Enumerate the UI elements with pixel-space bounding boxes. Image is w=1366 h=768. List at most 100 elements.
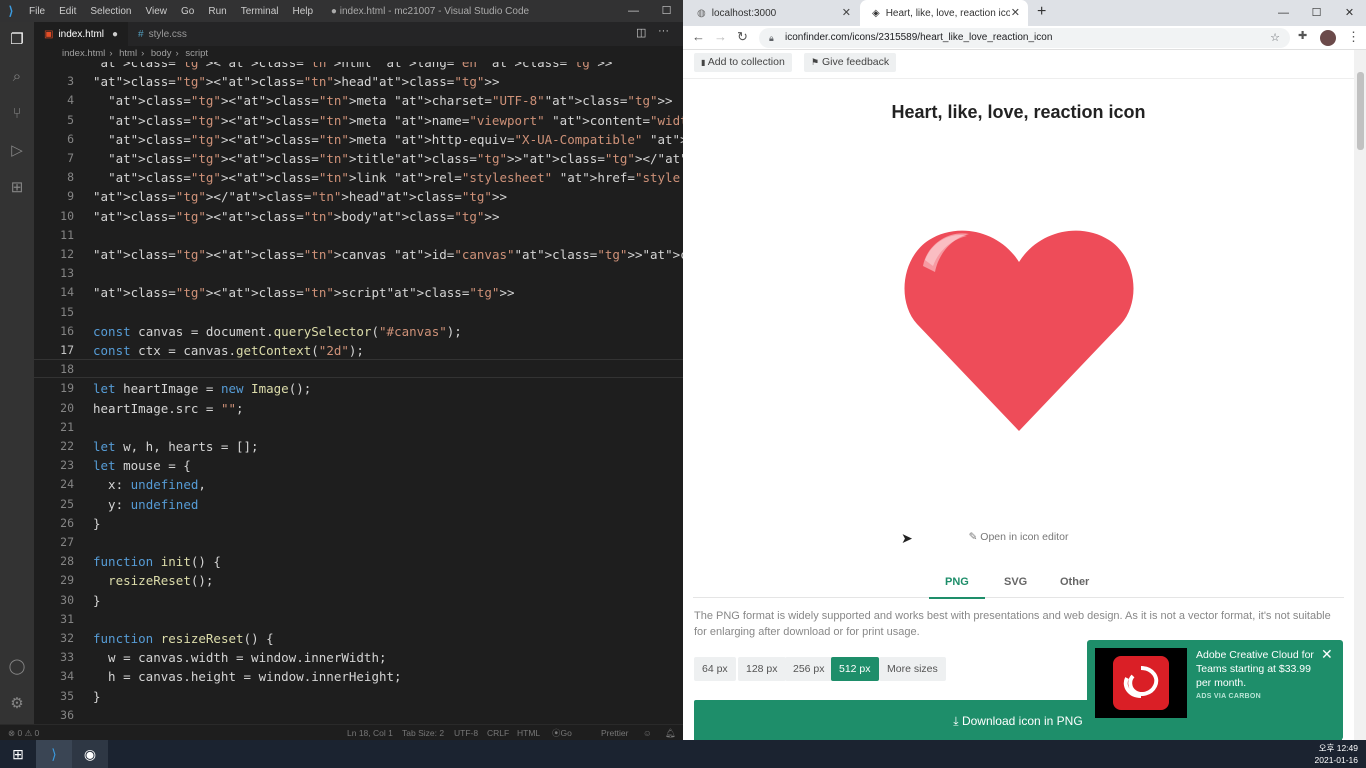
code-line[interactable]: let w, h, hearts = []; (93, 439, 259, 454)
open-in-icon-editor-link[interactable]: ✎ Open in icon editor (683, 531, 1354, 543)
code-line[interactable]: } (93, 516, 101, 531)
lock-icon[interactable]: 🔒︎ (769, 28, 774, 48)
code-line[interactable]: "at">class="tg"></"at">class="tn">head"a… (93, 189, 507, 204)
extensions-icon[interactable]: ⊞ (7, 178, 27, 198)
close-tab-icon[interactable]: ✕ (842, 6, 851, 19)
gear-icon[interactable]: ⚙ (7, 694, 27, 714)
code-line[interactable]: w = canvas.width = window.innerWidth; (93, 650, 386, 665)
prettier-status[interactable]: Prettier (601, 725, 628, 740)
chrome-taskbar-icon[interactable]: ◉ (72, 740, 108, 768)
close-icon[interactable]: ✕ (1321, 646, 1333, 663)
breadcrumb-item[interactable]: body (151, 48, 172, 59)
ads-via-carbon[interactable]: ADS VIA CARBON (1196, 693, 1261, 700)
avatar[interactable] (1320, 30, 1336, 46)
breadcrumb-item[interactable]: html (119, 48, 137, 59)
code-line[interactable]: "at">class="tg"><"at">class="tn">link "a… (93, 170, 683, 185)
code-line[interactable]: } (93, 689, 101, 704)
browser-tab-localhost[interactable]: ◍ localhost:3000 ✕ (685, 0, 859, 26)
ad-text[interactable]: Adobe Creative Cloud for Teams starting … (1196, 648, 1316, 690)
breadcrumb-item[interactable]: index.html (62, 48, 105, 59)
explorer-icon[interactable]: ❐ (7, 30, 27, 50)
more-actions-icon[interactable]: ··· (658, 25, 669, 37)
end-of-line[interactable]: CRLF (487, 725, 509, 740)
code-line[interactable]: const canvas = document.querySelector("#… (93, 324, 462, 339)
tab-size[interactable]: Tab Size: 2 (402, 725, 444, 740)
source-control-icon[interactable]: ⑂ (7, 104, 27, 124)
code-editor[interactable]: "at">class="tg"><"at">class="tn">html "a… (34, 62, 683, 724)
problems-indicator[interactable]: ⊗ 0 ⚠ 0 (8, 725, 39, 740)
code-line[interactable]: "at">class="tg"><"at">class="tn">head"at… (93, 74, 499, 89)
extensions-puzzle-icon[interactable]: ✚ (1298, 29, 1307, 42)
tab-png[interactable]: PNG (929, 576, 985, 599)
browser-tab-iconfinder[interactable]: ◈ Heart, like, love, reaction icon - ✕ (860, 0, 1028, 26)
size-128-button[interactable]: 128 px (738, 657, 786, 681)
search-icon[interactable]: ⌕ (7, 67, 27, 87)
code-line[interactable]: x: undefined, (93, 477, 206, 492)
back-icon[interactable]: ← (692, 29, 705, 44)
menu-go[interactable]: Go (174, 6, 201, 17)
code-line[interactable]: "at">class="tg"><"at">class="tn">html "a… (93, 62, 612, 70)
bookmark-star-icon[interactable]: ☆ (1270, 28, 1280, 48)
code-line[interactable]: y: undefined (93, 497, 198, 512)
menu-terminal[interactable]: Terminal (234, 6, 286, 17)
cursor-position[interactable]: Ln 18, Col 1 (347, 725, 393, 740)
address-bar[interactable]: 🔒︎ iconfinder.com/icons/2315589/heart_li… (759, 28, 1290, 48)
close-window-icon[interactable]: ✕ (1333, 0, 1366, 26)
tab-svg[interactable]: SVG (1004, 576, 1027, 588)
size-64-button[interactable]: 64 px (694, 657, 736, 681)
new-tab-icon[interactable]: + (1037, 3, 1046, 21)
code-line[interactable]: resizeReset(); (93, 573, 213, 588)
tab-style-css[interactable]: # style.css (128, 22, 218, 46)
system-clock[interactable]: 오후 12:49 2021-01-16 (1315, 742, 1358, 766)
windows-start-icon[interactable]: ⊞ (0, 740, 36, 768)
page-scrollbar[interactable] (1354, 50, 1366, 740)
code-line[interactable]: "at">class="tg"><"at">class="tn">meta "a… (93, 113, 683, 128)
forward-icon[interactable]: → (714, 29, 727, 44)
split-editor-icon[interactable]: ◫ (636, 26, 646, 39)
account-icon[interactable]: ◯ (7, 657, 27, 677)
notifications-icon[interactable]: 🔔︎ (665, 725, 676, 740)
code-line[interactable]: "at">class="tg"><"at">class="tn">script"… (93, 285, 515, 300)
adobe-cc-logo[interactable] (1095, 648, 1187, 718)
code-line[interactable]: function init() { (93, 554, 221, 569)
feedback-icon[interactable]: ☺ (643, 725, 652, 740)
minimize-icon[interactable]: — (1267, 0, 1300, 26)
vscode-taskbar-icon[interactable]: ⟩ (36, 740, 72, 768)
carbon-ad[interactable]: Adobe Creative Cloud for Teams starting … (1087, 640, 1343, 740)
maximize-icon[interactable]: ☐ (1300, 0, 1333, 26)
code-line[interactable]: "at">class="tg"><"at">class="tn">meta "a… (93, 132, 683, 147)
scrollbar-thumb[interactable] (1357, 72, 1364, 150)
modified-dot-icon[interactable]: ● (112, 29, 118, 40)
size-512-button[interactable]: 512 px (831, 657, 879, 681)
add-to-collection-button[interactable]: ▮ Add to collection (694, 53, 792, 72)
menu-file[interactable]: File (22, 6, 52, 17)
go-live-button[interactable]: ⦿ Go Live (552, 725, 572, 740)
reload-icon[interactable]: ↻ (737, 29, 748, 45)
code-line[interactable]: const ctx = canvas.getContext("2d"); (93, 343, 364, 358)
maximize-icon[interactable]: ☐ (650, 0, 683, 22)
menu-run[interactable]: Run (201, 6, 233, 17)
code-line[interactable]: heartImage.src = ""; (93, 401, 244, 416)
menu-edit[interactable]: Edit (52, 6, 83, 17)
tab-other[interactable]: Other (1060, 576, 1089, 588)
chrome-menu-icon[interactable]: ⋮ (1347, 29, 1360, 45)
code-line[interactable]: function resizeReset() { (93, 631, 274, 646)
code-line[interactable]: h = canvas.height = window.innerHeight; (93, 669, 402, 684)
more-sizes-button[interactable]: More sizes (879, 657, 946, 681)
encoding[interactable]: UTF-8 (454, 725, 478, 740)
code-line[interactable]: } (93, 593, 101, 608)
code-line[interactable]: "at">class="tg"><"at">class="tn">body"at… (93, 209, 499, 224)
code-line[interactable]: "at">class="tg"><"at">class="tn">meta "a… (93, 93, 673, 108)
code-line[interactable]: let mouse = { (93, 458, 191, 473)
code-line[interactable]: "at">class="tg"><"at">class="tn">canvas … (93, 247, 683, 262)
close-tab-icon[interactable]: ✕ (1011, 6, 1020, 19)
code-line[interactable]: let heartImage = new Image(); (93, 381, 311, 396)
language-mode[interactable]: HTML (517, 725, 540, 740)
tab-index-html[interactable]: ▣ index.html ● (34, 22, 128, 46)
menu-view[interactable]: View (139, 6, 175, 17)
size-256-button[interactable]: 256 px (785, 657, 833, 681)
run-debug-icon[interactable]: ▷ (7, 141, 27, 161)
breadcrumb-item[interactable]: script (185, 48, 208, 59)
code-line[interactable]: "at">class="tg"><"at">class="tn">title"a… (93, 151, 683, 166)
give-feedback-button[interactable]: ⚑ Give feedback (804, 53, 897, 72)
